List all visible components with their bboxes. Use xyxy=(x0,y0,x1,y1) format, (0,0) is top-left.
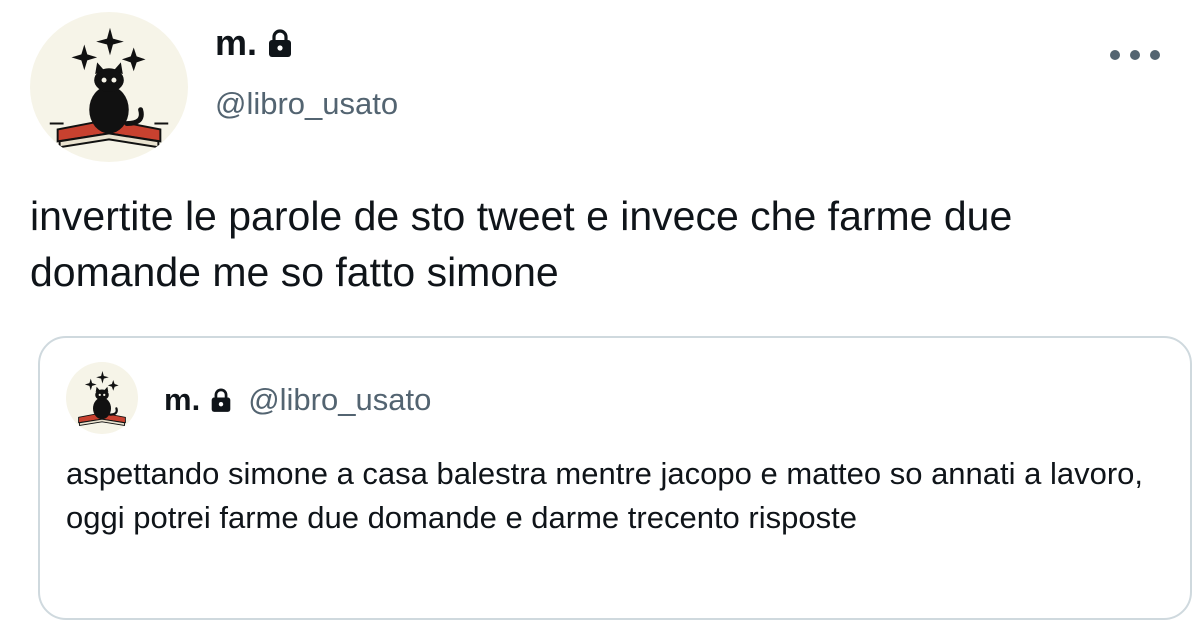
quoted-author-avatar xyxy=(66,362,138,434)
more-options-button[interactable] xyxy=(1110,40,1160,70)
quoted-author-display-name: m. xyxy=(164,382,201,417)
lock-icon xyxy=(211,388,231,412)
author-avatar[interactable] xyxy=(30,12,188,162)
quoted-tweet-text: aspettando simone a casa balestra mentre… xyxy=(66,456,1144,535)
author-display-name[interactable]: m. xyxy=(215,22,257,64)
quoted-author-handle: @libro_usato xyxy=(248,382,432,417)
black-cat-on-book-icon xyxy=(78,371,126,426)
author-name-row[interactable]: m. xyxy=(215,22,293,64)
lock-icon xyxy=(269,29,292,57)
author-handle[interactable]: @libro_usato xyxy=(215,86,398,122)
tweet-text: invertite le parole de sto tweet e invec… xyxy=(30,193,1013,295)
quoted-tweet-card[interactable]: m. @libro_usato aspettando simone a casa… xyxy=(38,336,1192,620)
quoted-author-row: m. @libro_usato xyxy=(164,382,431,418)
more-horizontal-icon xyxy=(1110,50,1120,60)
black-cat-on-book-icon xyxy=(49,27,169,149)
